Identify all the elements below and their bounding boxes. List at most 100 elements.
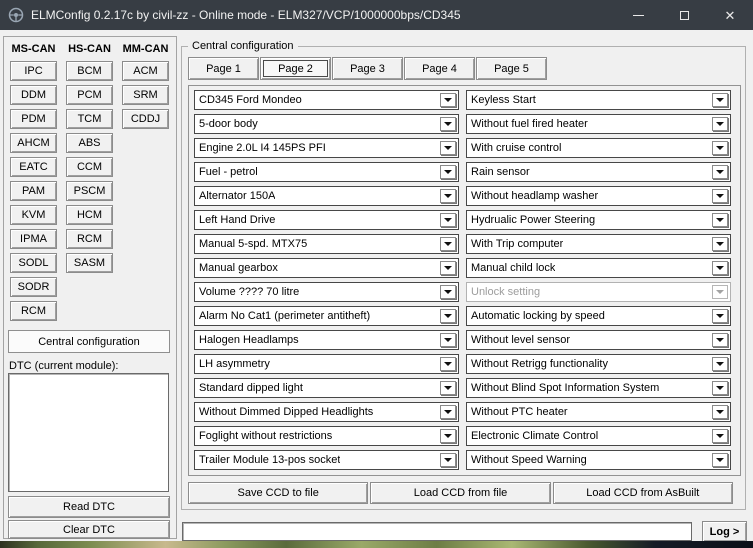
module-button-ms-can-eatc[interactable]: EATC — [10, 157, 57, 177]
tab-page-1[interactable]: Page 1 — [188, 57, 259, 80]
chevron-down-icon[interactable] — [712, 237, 728, 251]
chevron-down-icon[interactable] — [440, 213, 456, 227]
module-button-mm-can-srm[interactable]: SRM — [122, 85, 169, 105]
minimize-button[interactable] — [615, 0, 661, 30]
config-dropdown-left-9[interactable]: Volume ???? 70 litre — [194, 282, 459, 302]
close-button[interactable]: ✕ — [707, 0, 753, 30]
config-dropdown-right-14[interactable]: Without PTC heater — [466, 402, 731, 422]
read-dtc-button[interactable]: Read DTC — [8, 496, 170, 518]
config-dropdown-left-3[interactable]: Engine 2.0L I4 145PS PFI — [194, 138, 459, 158]
load-ccd-asbuilt-button[interactable]: Load CCD from AsBuilt — [553, 482, 733, 504]
config-dropdown-right-12[interactable]: Without Retrigg functionality — [466, 354, 731, 374]
config-dropdown-right-11[interactable]: Without level sensor — [466, 330, 731, 350]
chevron-down-icon[interactable] — [712, 117, 728, 131]
chevron-down-icon[interactable] — [712, 189, 728, 203]
module-button-mm-can-cddj[interactable]: CDDJ — [122, 109, 169, 129]
maximize-button[interactable] — [661, 0, 707, 30]
config-dropdown-left-1[interactable]: CD345 Ford Mondeo — [194, 90, 459, 110]
config-dropdown-left-2[interactable]: 5-door body — [194, 114, 459, 134]
config-dropdown-left-11[interactable]: Halogen Headlamps — [194, 330, 459, 350]
config-dropdown-right-9[interactable]: Unlock setting — [466, 282, 731, 302]
chevron-down-icon[interactable] — [712, 261, 728, 275]
chevron-down-icon[interactable] — [440, 189, 456, 203]
central-configuration-button[interactable]: Central configuration — [8, 330, 170, 353]
chevron-down-icon[interactable] — [440, 429, 456, 443]
config-dropdown-right-7[interactable]: With Trip computer — [466, 234, 731, 254]
config-dropdown-right-15[interactable]: Electronic Climate Control — [466, 426, 731, 446]
chevron-down-icon[interactable] — [712, 309, 728, 323]
chevron-down-icon[interactable] — [440, 453, 456, 467]
chevron-down-icon[interactable] — [440, 117, 456, 131]
module-button-hs-can-rcm[interactable]: RCM — [66, 229, 113, 249]
module-button-hs-can-ccm[interactable]: CCM — [66, 157, 113, 177]
module-button-hs-can-bcm[interactable]: BCM — [66, 61, 113, 81]
chevron-down-icon[interactable] — [440, 285, 456, 299]
config-dropdown-left-8[interactable]: Manual gearbox — [194, 258, 459, 278]
tab-page-2[interactable]: Page 2 — [260, 57, 331, 80]
config-dropdown-right-8[interactable]: Manual child lock — [466, 258, 731, 278]
config-dropdown-left-15[interactable]: Foglight without restrictions — [194, 426, 459, 446]
module-button-ms-can-kvm[interactable]: KVM — [10, 205, 57, 225]
chevron-down-icon[interactable] — [712, 357, 728, 371]
config-dropdown-left-14[interactable]: Without Dimmed Dipped Headlights — [194, 402, 459, 422]
module-button-ms-can-ipc[interactable]: IPC — [10, 61, 57, 81]
save-ccd-button[interactable]: Save CCD to file — [188, 482, 368, 504]
chevron-down-icon[interactable] — [440, 333, 456, 347]
config-dropdown-left-5[interactable]: Alternator 150A — [194, 186, 459, 206]
chevron-down-icon[interactable] — [712, 453, 728, 467]
chevron-down-icon[interactable] — [712, 285, 728, 299]
tab-page-5[interactable]: Page 5 — [476, 57, 547, 80]
module-button-ms-can-ipma[interactable]: IPMA — [10, 229, 57, 249]
module-button-ms-can-sodl[interactable]: SODL — [10, 253, 57, 273]
config-dropdown-right-6[interactable]: Hydrualic Power Steering — [466, 210, 731, 230]
chevron-down-icon[interactable] — [440, 141, 456, 155]
chevron-down-icon[interactable] — [712, 93, 728, 107]
module-button-mm-can-acm[interactable]: ACM — [122, 61, 169, 81]
tab-page-3[interactable]: Page 3 — [332, 57, 403, 80]
config-dropdown-right-2[interactable]: Without fuel fired heater — [466, 114, 731, 134]
config-dropdown-right-4[interactable]: Rain sensor — [466, 162, 731, 182]
module-button-hs-can-abs[interactable]: ABS — [66, 133, 113, 153]
chevron-down-icon[interactable] — [440, 93, 456, 107]
config-dropdown-left-16[interactable]: Trailer Module 13-pos socket — [194, 450, 459, 470]
chevron-down-icon[interactable] — [712, 429, 728, 443]
config-dropdown-right-1[interactable]: Keyless Start — [466, 90, 731, 110]
dtc-list[interactable] — [8, 373, 169, 492]
module-button-ms-can-pam[interactable]: PAM — [10, 181, 57, 201]
module-button-ms-can-pdm[interactable]: PDM — [10, 109, 57, 129]
tab-page-4[interactable]: Page 4 — [404, 57, 475, 80]
chevron-down-icon[interactable] — [712, 165, 728, 179]
chevron-down-icon[interactable] — [440, 237, 456, 251]
config-dropdown-left-7[interactable]: Manual 5-spd. MTX75 — [194, 234, 459, 254]
log-input[interactable] — [182, 522, 692, 541]
chevron-down-icon[interactable] — [440, 309, 456, 323]
config-dropdown-left-4[interactable]: Fuel - petrol — [194, 162, 459, 182]
config-dropdown-right-16[interactable]: Without Speed Warning — [466, 450, 731, 470]
module-button-hs-can-tcm[interactable]: TCM — [66, 109, 113, 129]
chevron-down-icon[interactable] — [440, 357, 456, 371]
chevron-down-icon[interactable] — [712, 141, 728, 155]
config-dropdown-right-10[interactable]: Automatic locking by speed — [466, 306, 731, 326]
log-button[interactable]: Log > — [702, 521, 747, 542]
config-dropdown-left-12[interactable]: LH asymmetry — [194, 354, 459, 374]
config-dropdown-left-13[interactable]: Standard dipped light — [194, 378, 459, 398]
module-button-hs-can-pscm[interactable]: PSCM — [66, 181, 113, 201]
chevron-down-icon[interactable] — [712, 405, 728, 419]
chevron-down-icon[interactable] — [712, 213, 728, 227]
clear-dtc-button[interactable]: Clear DTC — [8, 520, 170, 539]
chevron-down-icon[interactable] — [712, 381, 728, 395]
config-dropdown-right-13[interactable]: Without Blind Spot Information System — [466, 378, 731, 398]
config-dropdown-right-3[interactable]: With cruise control — [466, 138, 731, 158]
module-button-hs-can-pcm[interactable]: PCM — [66, 85, 113, 105]
load-ccd-file-button[interactable]: Load CCD from file — [370, 482, 550, 504]
chevron-down-icon[interactable] — [440, 405, 456, 419]
module-button-hs-can-sasm[interactable]: SASM — [66, 253, 113, 273]
module-button-hs-can-hcm[interactable]: HCM — [66, 205, 113, 225]
module-button-ms-can-ddm[interactable]: DDM — [10, 85, 57, 105]
config-dropdown-left-6[interactable]: Left Hand Drive — [194, 210, 459, 230]
chevron-down-icon[interactable] — [440, 165, 456, 179]
module-button-ms-can-ahcm[interactable]: AHCM — [10, 133, 57, 153]
config-dropdown-left-10[interactable]: Alarm No Cat1 (perimeter antitheft) — [194, 306, 459, 326]
chevron-down-icon[interactable] — [440, 381, 456, 395]
module-button-ms-can-rcm[interactable]: RCM — [10, 301, 57, 321]
